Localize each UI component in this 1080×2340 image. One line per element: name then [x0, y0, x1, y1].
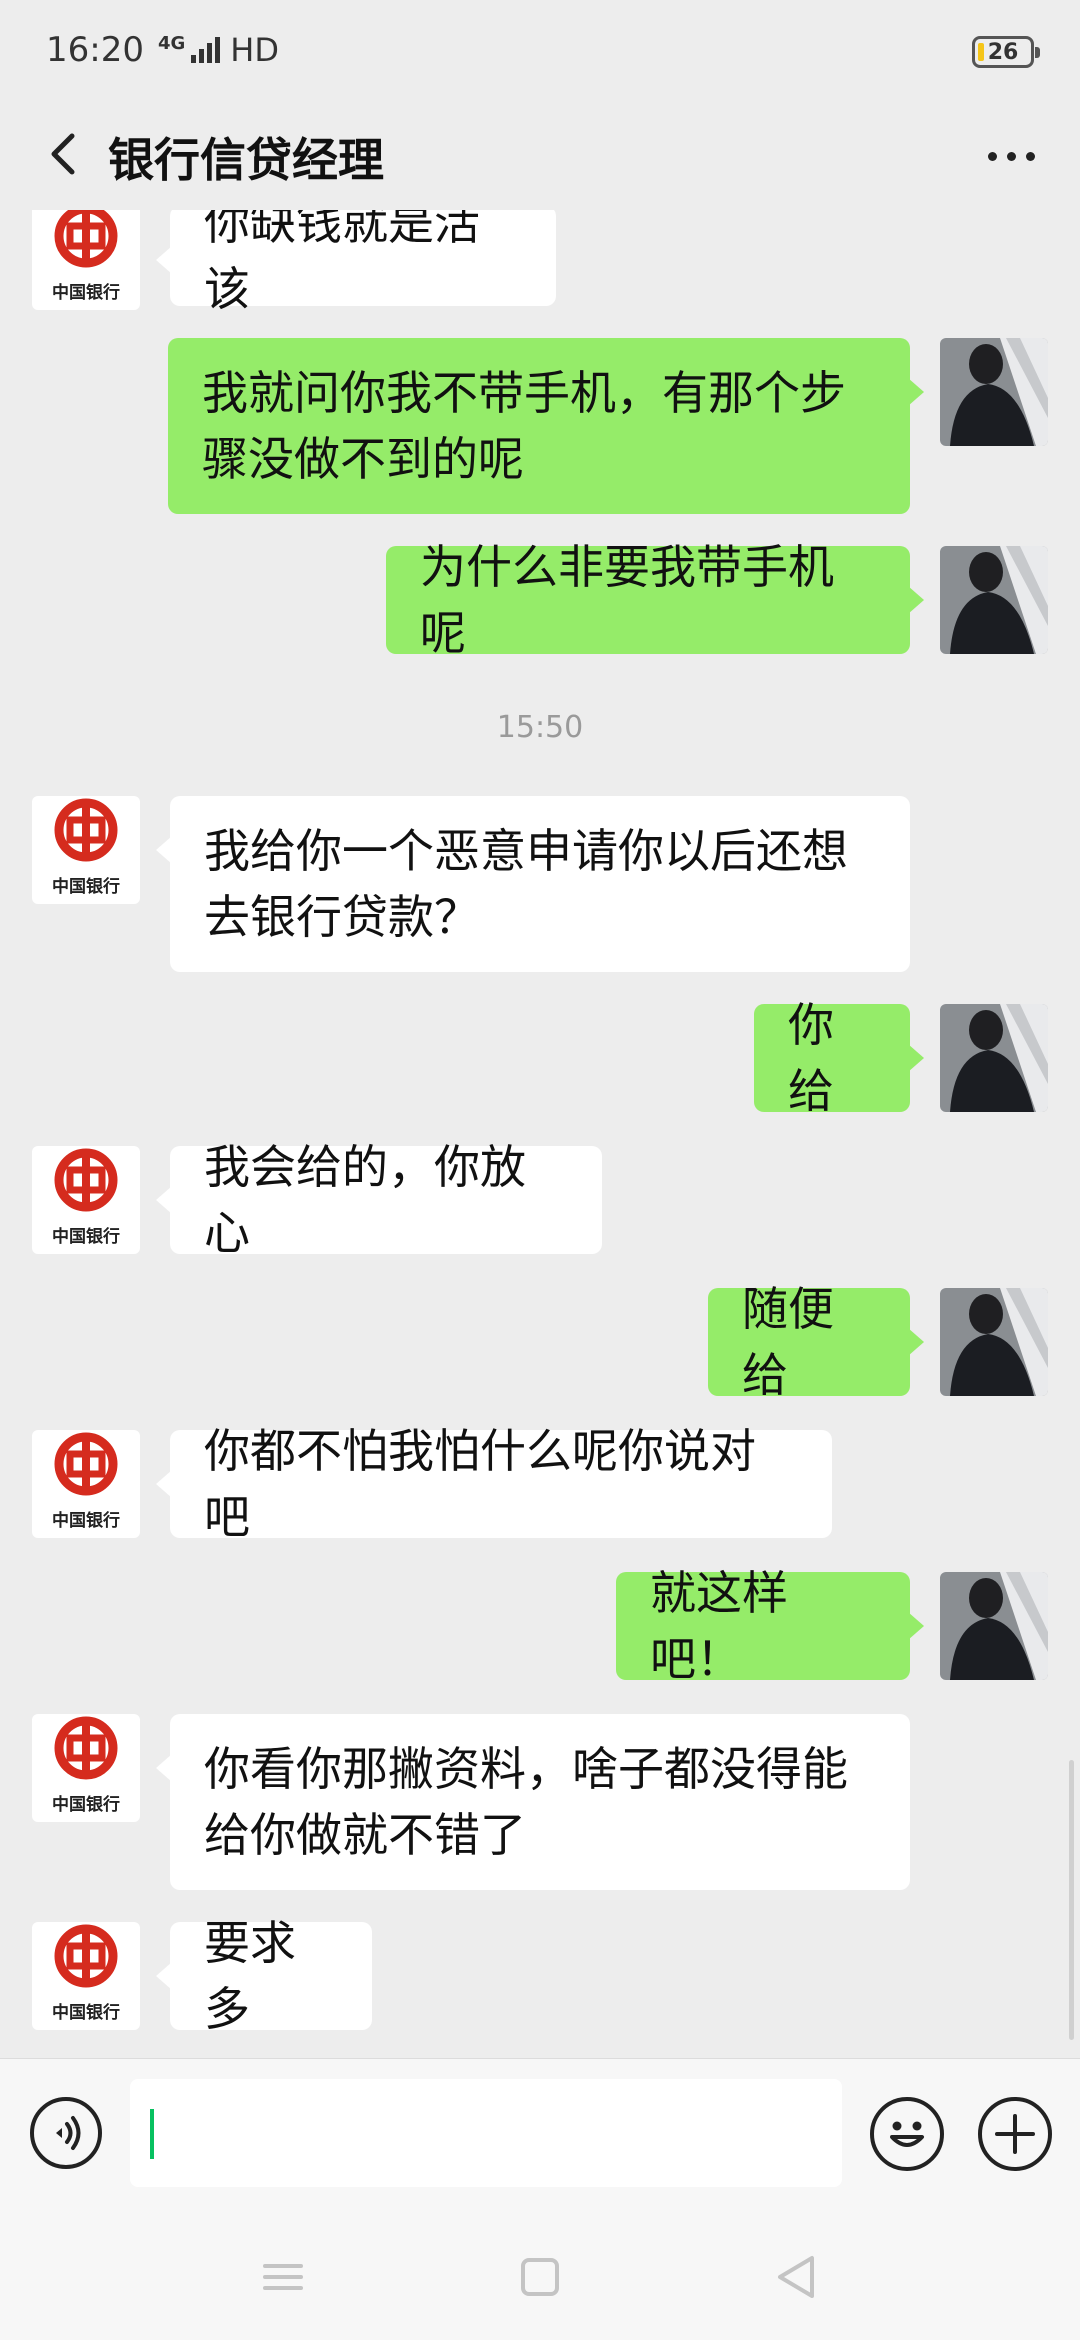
message-text: 我会给的，你放心	[204, 1140, 526, 1260]
text-caret	[150, 2109, 154, 2159]
status-bar: 16:20 4G HD 26	[0, 0, 1080, 100]
message-text: 为什么非要我带手机呢	[420, 540, 834, 660]
message-text: 你缺钱就是活该	[204, 210, 480, 316]
bank-logo-icon: 中国银行	[52, 1432, 120, 1531]
message-bubble-incoming[interactable]: 你缺钱就是活该	[156, 210, 556, 316]
message-text: 你看你那撇资料，啥子都没得能给你做就不错了	[204, 1742, 848, 1862]
message-bubble-outgoing[interactable]: 为什么非要我带手机呢	[386, 540, 924, 660]
bank-logo-text: 中国银行	[52, 1510, 120, 1531]
contact-avatar[interactable]: 中国银行	[32, 796, 140, 904]
hd-label: HD	[230, 31, 279, 69]
system-nav-bar	[0, 2208, 1080, 2340]
person-photo-icon	[940, 546, 1048, 654]
message-text: 你都不怕我怕什么呢你说对吧	[204, 1424, 756, 1544]
message-bubble-outgoing[interactable]: 就这样吧！	[616, 1566, 924, 1686]
my-avatar[interactable]	[940, 338, 1048, 446]
network-indicator: 4G HD	[158, 31, 279, 69]
my-avatar[interactable]	[940, 1572, 1048, 1680]
bank-logo-icon: 中国银行	[52, 1924, 120, 2023]
bank-logo-icon: 中国银行	[52, 1148, 120, 1247]
message-text: 就这样吧！	[650, 1566, 788, 1686]
bank-logo-icon: 中国银行	[52, 1716, 120, 1815]
message-list[interactable]: 中国银行 你缺钱就是活该 我就问你我不带手机，有那个步骤没做不到的呢 为什么非要…	[0, 210, 1080, 2058]
person-photo-icon	[940, 338, 1048, 446]
plus-icon[interactable]	[978, 2097, 1052, 2171]
bank-logo-text: 中国银行	[52, 876, 120, 897]
back-icon[interactable]	[762, 2242, 832, 2312]
chat-header: 银行信贷经理	[0, 100, 1080, 210]
input-bar	[0, 2058, 1080, 2208]
message-text: 我给你一个恶意申请你以后还想去银行贷款？	[204, 824, 848, 944]
bank-logo-icon: 中国银行	[52, 210, 120, 303]
bank-logo-text: 中国银行	[52, 282, 120, 303]
contact-avatar[interactable]: 中国银行	[32, 1714, 140, 1822]
bank-logo-text: 中国银行	[52, 1226, 120, 1247]
person-photo-icon	[940, 1572, 1048, 1680]
person-photo-icon	[940, 1288, 1048, 1396]
message-bubble-incoming[interactable]: 要求多	[156, 1916, 372, 2036]
bank-logo-text: 中国银行	[52, 2002, 120, 2023]
back-arrow-icon[interactable]	[36, 124, 96, 184]
bank-logo-icon: 中国银行	[52, 798, 120, 897]
message-bubble-incoming[interactable]: 我给你一个恶意申请你以后还想去银行贷款？	[156, 796, 910, 972]
message-text: 我就问你我不带手机，有那个步骤没做不到的呢	[202, 366, 846, 486]
message-bubble-outgoing[interactable]: 你给	[754, 998, 924, 1118]
voice-icon[interactable]	[30, 2097, 102, 2169]
battery-level: 26	[987, 39, 1019, 65]
message-input[interactable]	[130, 2079, 842, 2187]
status-time: 16:20	[46, 30, 144, 70]
scrollbar[interactable]	[1069, 1760, 1074, 2040]
emoji-icon[interactable]	[870, 2097, 944, 2171]
message-bubble-incoming[interactable]: 你看你那撇资料，啥子都没得能给你做就不错了	[156, 1714, 910, 1890]
home-icon[interactable]	[505, 2242, 575, 2312]
person-photo-icon	[940, 1004, 1048, 1112]
message-text: 要求多	[204, 1916, 296, 2036]
message-bubble-incoming[interactable]: 你都不怕我怕什么呢你说对吧	[156, 1424, 832, 1544]
more-dots-icon[interactable]	[976, 126, 1046, 186]
network-type: 4G	[157, 32, 186, 54]
menu-icon[interactable]	[248, 2242, 318, 2312]
my-avatar[interactable]	[940, 1288, 1048, 1396]
battery-icon: 26	[972, 36, 1040, 68]
message-bubble-outgoing[interactable]: 随便给	[708, 1282, 924, 1402]
my-avatar[interactable]	[940, 1004, 1048, 1112]
contact-avatar[interactable]: 中国银行	[32, 1430, 140, 1538]
signal-icon	[191, 37, 221, 63]
message-bubble-incoming[interactable]: 我会给的，你放心	[156, 1140, 602, 1260]
chat-title: 银行信贷经理	[108, 133, 384, 187]
contact-avatar[interactable]: 中国银行	[32, 1922, 140, 2030]
my-avatar[interactable]	[940, 546, 1048, 654]
message-timestamp: 15:50	[496, 710, 584, 745]
message-text: 你给	[788, 998, 834, 1118]
message-text: 随便给	[742, 1282, 834, 1402]
bank-logo-text: 中国银行	[52, 1794, 120, 1815]
message-bubble-outgoing[interactable]: 我就问你我不带手机，有那个步骤没做不到的呢	[168, 338, 924, 514]
contact-avatar[interactable]: 中国银行	[32, 1146, 140, 1254]
contact-avatar[interactable]: 中国银行	[32, 210, 140, 310]
